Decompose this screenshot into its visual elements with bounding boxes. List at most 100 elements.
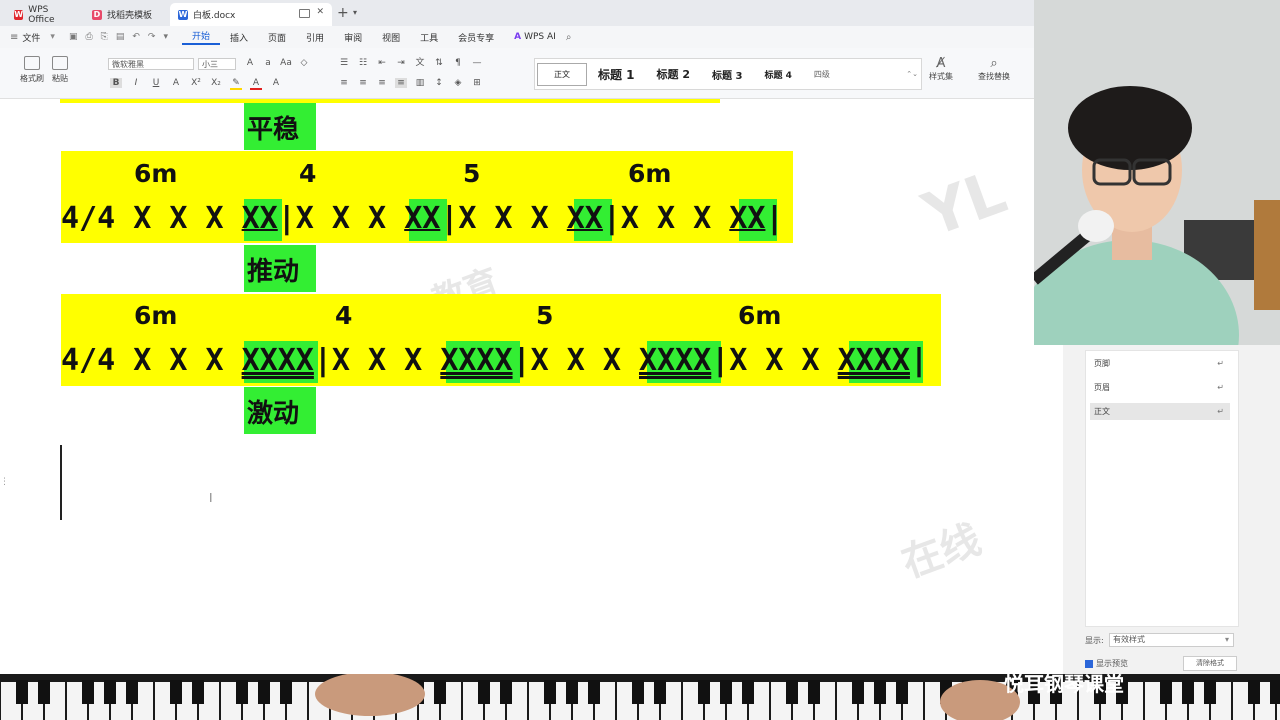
show-marks-icon[interactable]: ¶ <box>452 58 464 68</box>
align-center-icon[interactable]: ≡ <box>357 78 369 88</box>
rhythm-accent: XX <box>566 201 603 236</box>
clear-format-icon[interactable]: ◇ <box>298 58 310 68</box>
line-icon[interactable]: — <box>471 58 483 68</box>
font-color-icon[interactable]: A <box>250 78 262 90</box>
black-key <box>698 680 710 704</box>
chinese-layout-icon[interactable]: 文 <box>414 58 426 68</box>
chevron-down-icon[interactable]: ▾ <box>163 32 168 42</box>
menu-item-tools[interactable]: 工具 <box>410 31 448 44</box>
decrease-indent-icon[interactable]: ⇤ <box>376 58 388 68</box>
style-heading-3[interactable]: 标题 3 <box>701 67 753 82</box>
style-heading-4[interactable]: 标题 4 <box>753 68 802 81</box>
style-normal[interactable]: 正文 <box>537 62 587 86</box>
black-key <box>544 680 556 704</box>
print-preview-icon[interactable]: ▤ <box>116 32 125 42</box>
clipboard-icon <box>52 56 68 70</box>
menu-item-review[interactable]: 审阅 <box>334 31 372 44</box>
black-key <box>786 680 798 704</box>
font-size-select[interactable]: 小三 <box>198 58 236 70</box>
show-label: 显示: <box>1085 636 1104 645</box>
menu-item-references[interactable]: 引用 <box>296 31 334 44</box>
rhythm-beats: |X X X <box>711 343 838 378</box>
underline-icon[interactable]: U <box>150 78 162 88</box>
line-spacing-icon[interactable]: ↕ <box>433 78 445 88</box>
bullet-list-icon[interactable]: ☰ <box>338 58 350 68</box>
bold-icon[interactable]: B <box>110 78 122 88</box>
wps-ai-button[interactable]: A WPS AI <box>504 32 566 42</box>
clear-format-button[interactable]: 清除格式 <box>1183 656 1237 671</box>
monitor-icon[interactable] <box>299 9 310 18</box>
tab-docer-templates[interactable]: D 找稻壳模板 <box>84 3 168 26</box>
format-painter-button[interactable]: 格式刷 <box>20 56 44 84</box>
style-heading-2[interactable]: 标题 2 <box>646 66 701 82</box>
rhythm-line: 4/4 X X X XX|X X X XX|X X X XX|X X X XX| <box>61 201 784 236</box>
italic-icon[interactable]: I <box>130 78 142 88</box>
change-case-icon[interactable]: Aa <box>280 58 292 68</box>
docer-icon: D <box>92 9 102 20</box>
tab-wps-office[interactable]: W WPS Office <box>6 3 82 26</box>
new-tab-icon[interactable]: + <box>337 5 349 21</box>
highlight-remnant <box>60 99 720 103</box>
find-replace-button[interactable]: ⌕ 查找替换 <box>978 56 1010 82</box>
format-painter-label: 格式刷 <box>20 74 44 83</box>
style-level-4[interactable]: 四级 <box>803 69 841 80</box>
menu-item-home[interactable]: 开始 <box>182 29 221 45</box>
barline: | <box>765 201 784 236</box>
align-left-icon[interactable]: ≡ <box>338 78 350 88</box>
rhythm-beats: 4/4 X X X <box>61 343 242 378</box>
hamburger-icon[interactable]: ≡ <box>10 32 18 43</box>
show-filter-select[interactable]: 有效样式 ▾ <box>1109 633 1234 647</box>
black-key <box>16 680 28 704</box>
superscript-icon[interactable]: X² <box>190 78 202 88</box>
tab-whiteboard-doc[interactable]: W 白板.docx ✕ <box>170 3 332 26</box>
menu-item-view[interactable]: 视图 <box>372 31 410 44</box>
menu-item-insert[interactable]: 插入 <box>220 31 258 44</box>
borders-icon[interactable]: ⊞ <box>471 78 483 88</box>
increase-indent-icon[interactable]: ⇥ <box>395 58 407 68</box>
char-shading-icon[interactable]: A <box>270 78 282 88</box>
save-icon[interactable]: ▣ <box>69 32 78 42</box>
numbered-list-icon[interactable]: ☷ <box>357 58 369 68</box>
justify-icon[interactable]: ≡ <box>395 78 407 88</box>
styles-pane: 页脚 ↵ 页眉 ↵ 正文 ↵ 显示: 有效样式 ▾ 显示预览 清除格式 <box>1063 345 1280 675</box>
align-right-icon[interactable]: ≡ <box>376 78 388 88</box>
chevron-down-icon[interactable]: ▾ <box>353 8 357 17</box>
shrink-font-icon[interactable]: a <box>262 58 274 68</box>
ai-icon: A <box>514 32 522 42</box>
print-icon[interactable]: ⎘ <box>101 32 108 42</box>
black-key <box>192 680 204 704</box>
webcam-overlay <box>1034 0 1280 345</box>
export-pdf-icon[interactable]: ⎙ <box>85 32 92 42</box>
style-list-item-selected[interactable]: 正文 ↵ <box>1090 403 1230 420</box>
undo-icon[interactable]: ↶ <box>132 32 140 42</box>
menu-item-member[interactable]: 会员专享 <box>448 31 504 44</box>
black-key <box>808 680 820 704</box>
menu-item-page[interactable]: 页面 <box>258 31 296 44</box>
style-heading-1[interactable]: 标题 1 <box>587 66 646 83</box>
subscript-icon[interactable]: X₂ <box>210 78 222 88</box>
font-name-select[interactable]: 微软雅黑 <box>108 58 194 70</box>
gallery-scroll-icon[interactable]: ⌃⌄ <box>906 70 918 78</box>
checkbox-icon[interactable] <box>1085 659 1093 668</box>
strikethrough-icon[interactable]: A <box>170 78 182 88</box>
rhythm-beats: |X X X <box>440 201 567 236</box>
rhythm-accent: XX <box>241 201 278 236</box>
black-key <box>478 680 490 704</box>
style-list-item[interactable]: 页脚 ↵ <box>1090 355 1230 372</box>
search-icon[interactable]: ⌕ <box>566 32 572 43</box>
close-tab-icon[interactable]: ✕ <box>316 7 324 17</box>
sort-icon[interactable]: ⇅ <box>433 58 445 68</box>
grow-font-icon[interactable]: A <box>244 58 256 68</box>
black-key <box>896 680 908 704</box>
redo-icon[interactable]: ↷ <box>148 32 156 42</box>
highlight-icon[interactable]: ✎ <box>230 78 242 90</box>
document-canvas[interactable]: YL 教育 在线 平稳 6m 4 5 6m 4/4 X X X XX|X X X… <box>0 99 1034 674</box>
hand <box>315 674 425 716</box>
margin-marker-icon: ⋮ <box>0 477 9 487</box>
file-menu[interactable]: 文件 <box>18 31 50 44</box>
distributed-icon[interactable]: ▥ <box>414 78 426 88</box>
paste-button[interactable]: 粘贴 <box>52 56 68 84</box>
shading-icon[interactable]: ◈ <box>452 78 464 88</box>
style-set-button[interactable]: A̸ 样式集 <box>929 56 953 82</box>
style-list-item[interactable]: 页眉 ↵ <box>1090 379 1230 396</box>
